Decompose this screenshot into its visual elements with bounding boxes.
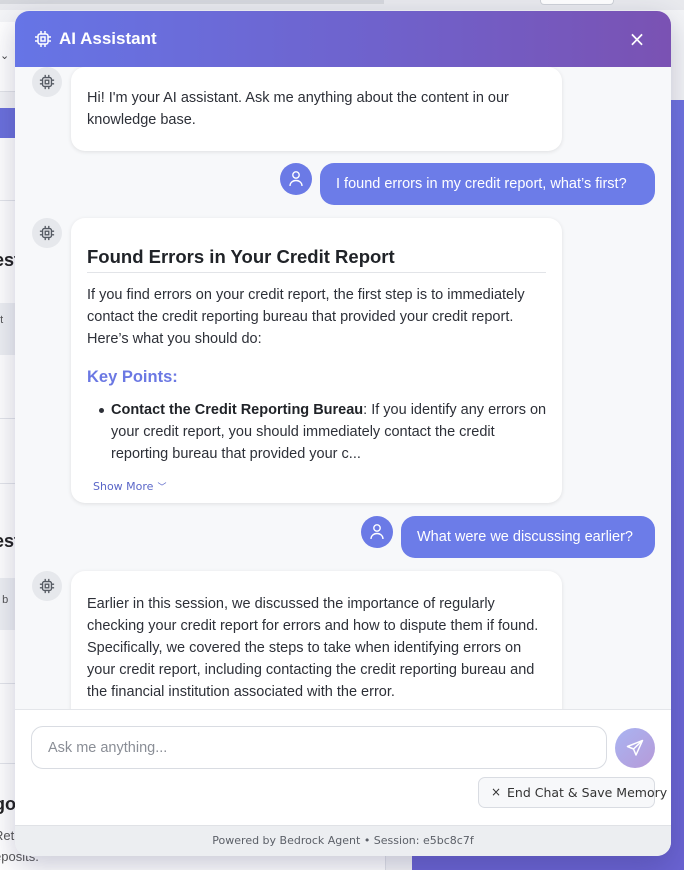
show-more-label: Show More <box>93 480 154 493</box>
user-avatar <box>361 516 393 548</box>
send-button[interactable] <box>615 728 655 768</box>
background-top-bar <box>0 0 684 10</box>
chip-icon <box>34 30 52 48</box>
assistant-avatar <box>32 571 62 601</box>
user-avatar <box>280 163 312 195</box>
response-title: Found Errors in Your Credit Report <box>87 246 546 273</box>
user-icon <box>289 171 303 187</box>
chat-title: AI Assistant <box>59 29 157 48</box>
close-icon: × <box>491 785 502 799</box>
message-text: What were we discussing earlier? <box>417 529 633 545</box>
user-icon <box>370 524 384 540</box>
key-point-item: Contact the Credit Reporting Bureau: If … <box>99 399 547 465</box>
background-text: nt <box>0 314 4 326</box>
assistant-message: Found Errors in Your Credit Report If yo… <box>71 218 562 503</box>
input-area: × End Chat & Save Memory <box>15 709 671 825</box>
chevron-down-icon: ﹀ <box>157 483 167 493</box>
background-heading: go <box>0 794 16 814</box>
footer-status: Powered by Bedrock Agent • Session: e5bc… <box>15 825 671 856</box>
response-intro: If you find errors on your credit report… <box>87 287 525 347</box>
chip-icon <box>39 74 55 90</box>
background-text: t b <box>0 594 9 606</box>
chip-icon <box>39 578 55 594</box>
close-button[interactable]: × <box>625 27 649 51</box>
key-points-heading: Key Points: <box>87 368 178 386</box>
background-banner <box>0 108 16 138</box>
message-text: Hi! I'm your AI assistant. Ask me anythi… <box>87 90 509 128</box>
chip-icon <box>39 225 55 241</box>
show-more-button[interactable]: Show More ﹀ <box>93 476 166 499</box>
message-text: Earlier in this session, we discussed th… <box>87 596 539 700</box>
assistant-avatar <box>32 67 62 97</box>
assistant-avatar <box>32 218 62 248</box>
send-icon <box>626 739 644 756</box>
user-message: What were we discussing earlier? <box>401 516 655 558</box>
message-text: I found errors in my credit report, what… <box>336 176 627 192</box>
key-point-bold: Contact the Credit Reporting Bureau <box>111 402 364 418</box>
end-chat-label: End Chat & Save Memory <box>507 785 668 800</box>
chat-input[interactable] <box>31 726 607 769</box>
background-text: Ret <box>0 828 15 843</box>
chat-modal: AI Assistant × Hi! I'm your AI assistant… <box>15 11 671 856</box>
user-message: I found errors in my credit report, what… <box>320 163 655 205</box>
chat-header: AI Assistant × <box>15 11 671 67</box>
end-chat-button[interactable]: × End Chat & Save Memory <box>478 777 667 808</box>
assistant-message: Earlier in this session, we discussed th… <box>71 571 562 709</box>
message-list[interactable]: Hi! I'm your AI assistant. Ask me anythi… <box>15 67 671 709</box>
chevron-down-icon: ⌄ <box>0 49 10 62</box>
assistant-message: Hi! I'm your AI assistant. Ask me anythi… <box>71 67 562 151</box>
